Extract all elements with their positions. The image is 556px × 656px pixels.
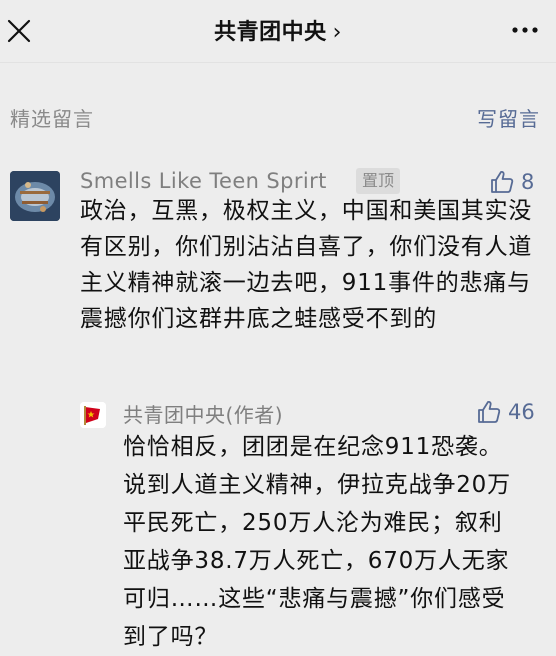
more-icon[interactable] xyxy=(512,27,538,33)
thumbs-up-icon xyxy=(491,170,514,193)
author-name: 共青团中央(作者) xyxy=(123,403,284,427)
reply-text: 恰恰相反，团团是在纪念911恐袭。说到人道主义精神，伊拉克战争20万平民死亡，2… xyxy=(123,434,511,650)
thumbs-up-icon xyxy=(478,400,501,423)
comment-text: 政治，互黑，极权主义，中国和美国其实没有区别，你们别沾沾自喜了，你们没有人道主义… xyxy=(80,198,533,332)
commenter-username[interactable]: Smells Like Teen Sprirt xyxy=(80,169,327,193)
commenter-avatar-image xyxy=(10,171,60,221)
reply-like-button[interactable]: 46 xyxy=(476,399,535,425)
chevron-right-icon: › xyxy=(332,20,342,45)
comment-like-button[interactable]: 8 xyxy=(489,169,534,195)
page-title-text: 共青团中央 xyxy=(214,20,327,45)
write-comment-link[interactable]: 写留言 xyxy=(477,103,540,132)
comment-like-count: 8 xyxy=(521,170,535,194)
reply-like-count: 46 xyxy=(508,400,535,424)
top-bar: 共青团中央 › xyxy=(0,0,556,63)
author-avatar[interactable] xyxy=(80,402,106,428)
featured-comments-title: 精选留言 xyxy=(10,107,94,131)
pinned-badge: 置顶 xyxy=(356,168,401,194)
commenter-avatar[interactable] xyxy=(10,171,60,221)
author-logo-icon xyxy=(80,402,106,428)
page-title[interactable]: 共青团中央 › xyxy=(0,14,556,46)
comments-section-header: 精选留言 写留言 xyxy=(0,62,556,148)
